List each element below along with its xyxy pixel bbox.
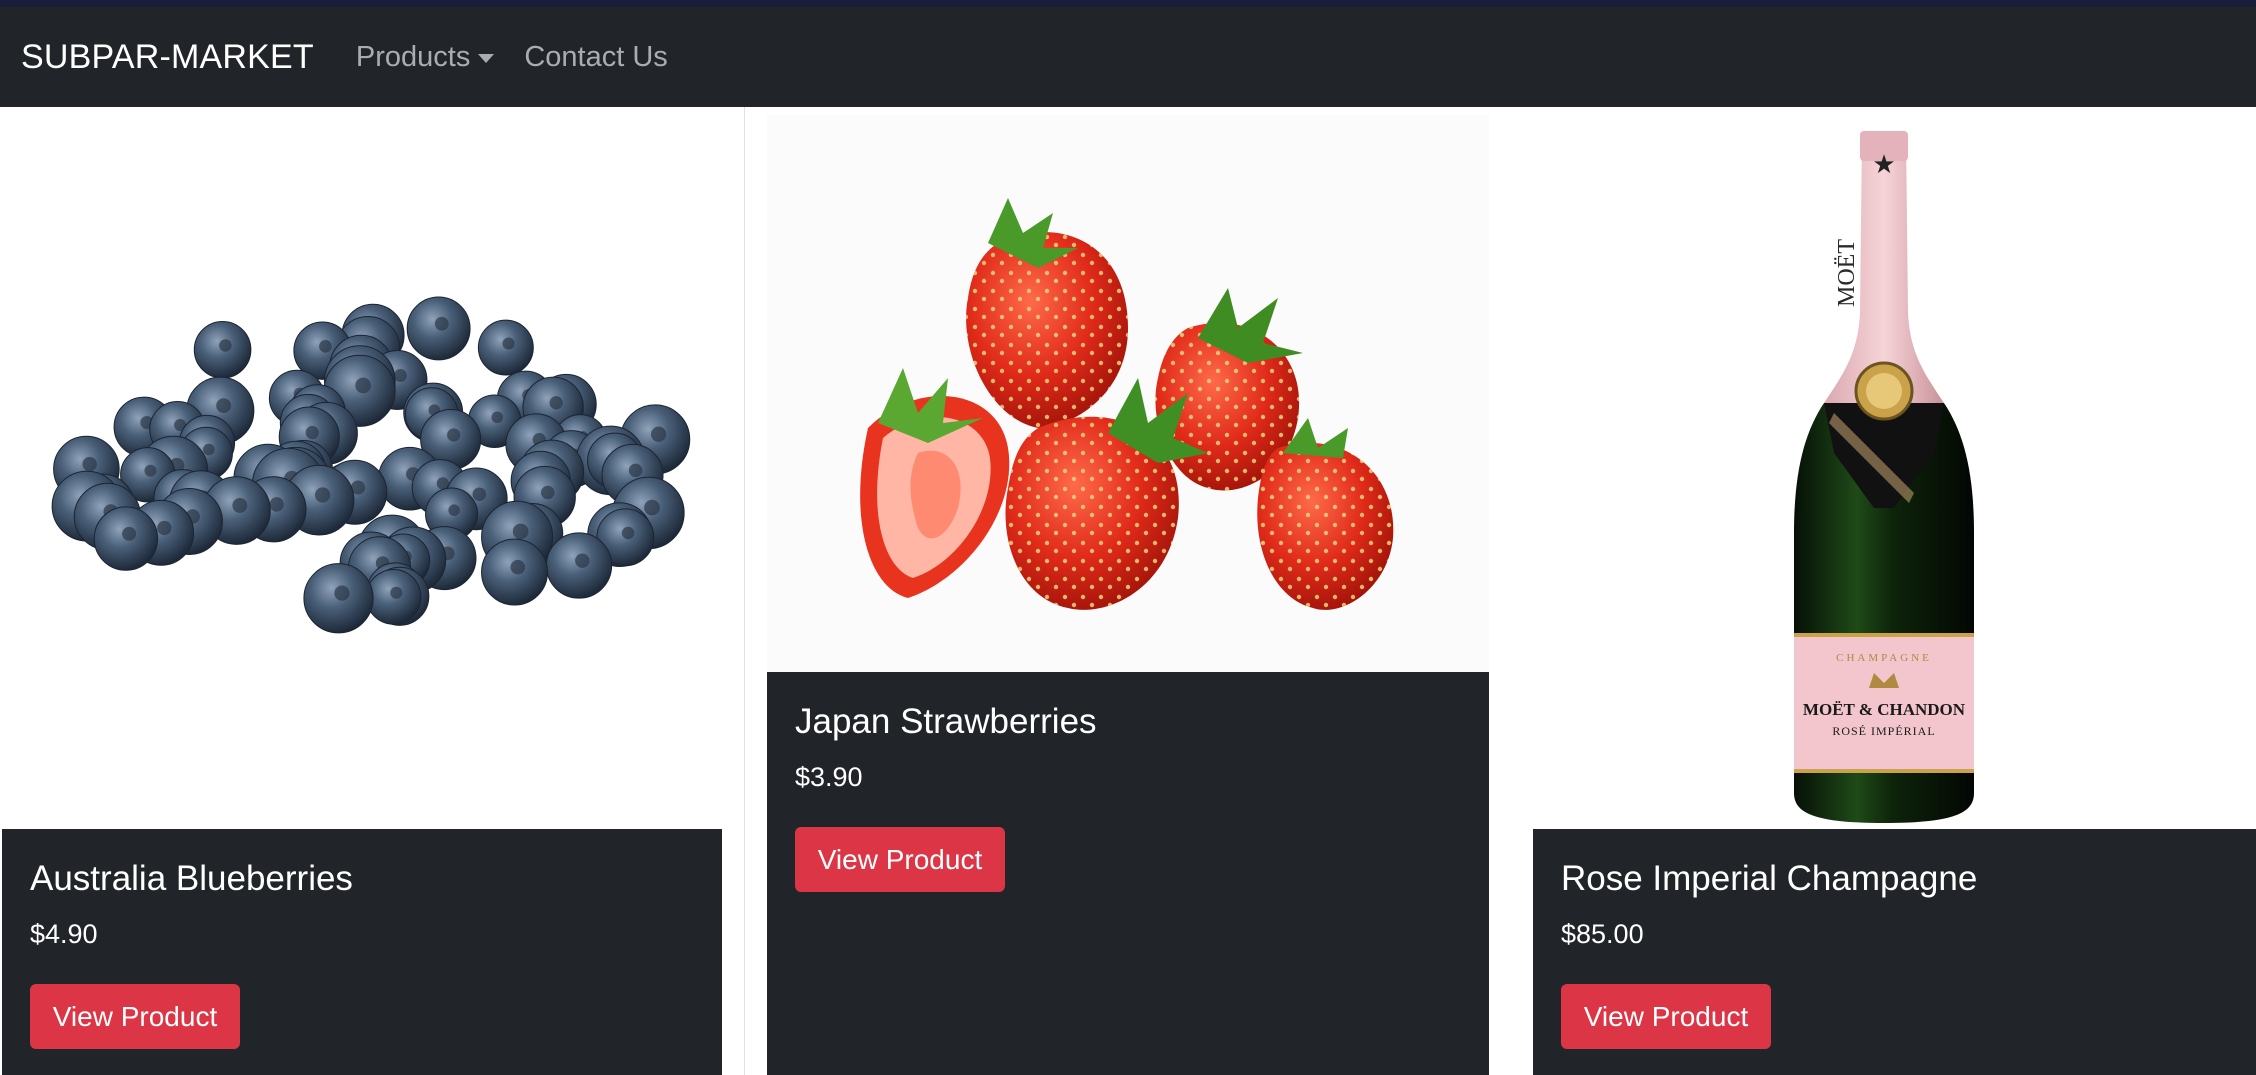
bottle-type-text: CHAMPAGNE [1836,652,1932,664]
product-title: Japan Strawberries [795,702,1097,741]
bottle-neck-text: MOËT [1834,239,1860,307]
caret-down-icon [478,53,495,63]
nav-contact-label: Contact Us [524,40,668,73]
bottle-line-text: ROSÉ IMPÉRIAL [1832,724,1935,738]
product-title: Rose Imperial Champagne [1561,859,1978,898]
nav-products-label: Products [355,40,471,73]
view-product-button[interactable]: View Product [30,984,240,1049]
product-price: $85.00 [1561,919,1644,949]
champagne-bottle-image: ★ MOËT CHAMPAGNE MOËT & CHANDON ROSÉ IMP… [1511,107,2256,829]
card-body: Rose Imperial Champagne $85.00 View Prod… [1533,829,2256,1075]
window-top-border [0,0,2256,7]
card-body: Australia Blueberries $4.90 View Product [2,829,722,1075]
product-card-blueberries: Australia Blueberries $4.90 View Product [0,107,744,1075]
product-price: $4.90 [30,919,98,949]
product-price: $3.90 [795,762,863,792]
blueberries-image-svg [51,296,691,634]
product-card-champagne: ★ MOËT CHAMPAGNE MOËT & CHANDON ROSÉ IMP… [1511,107,2256,1075]
blueberries-image [0,107,744,829]
brand-link[interactable]: SUBPAR-MARKET [21,38,314,77]
strawberries-image-svg [860,197,1394,610]
view-product-button[interactable]: View Product [1561,984,1771,1049]
nav-products-dropdown[interactable]: Products [355,40,495,74]
champagne-bottle-svg: ★ MOËT CHAMPAGNE MOËT & CHANDON ROSÉ IMP… [1793,131,1974,823]
product-title: Australia Blueberries [30,859,353,898]
nav-contact-link[interactable]: Contact Us [524,41,667,74]
bottle-brand-text: MOËT & CHANDON [1802,700,1965,719]
strawberries-image [767,115,1489,680]
navbar: SUBPAR-MARKET Products Contact Us [0,7,2256,107]
card-body: Japan Strawberries $3.90 View Product [767,672,1489,1075]
product-card-strawberries: Japan Strawberries $3.90 View Product [744,107,1512,1075]
view-product-button[interactable]: View Product [795,827,1005,892]
svg-text:★: ★ [1872,150,1895,180]
